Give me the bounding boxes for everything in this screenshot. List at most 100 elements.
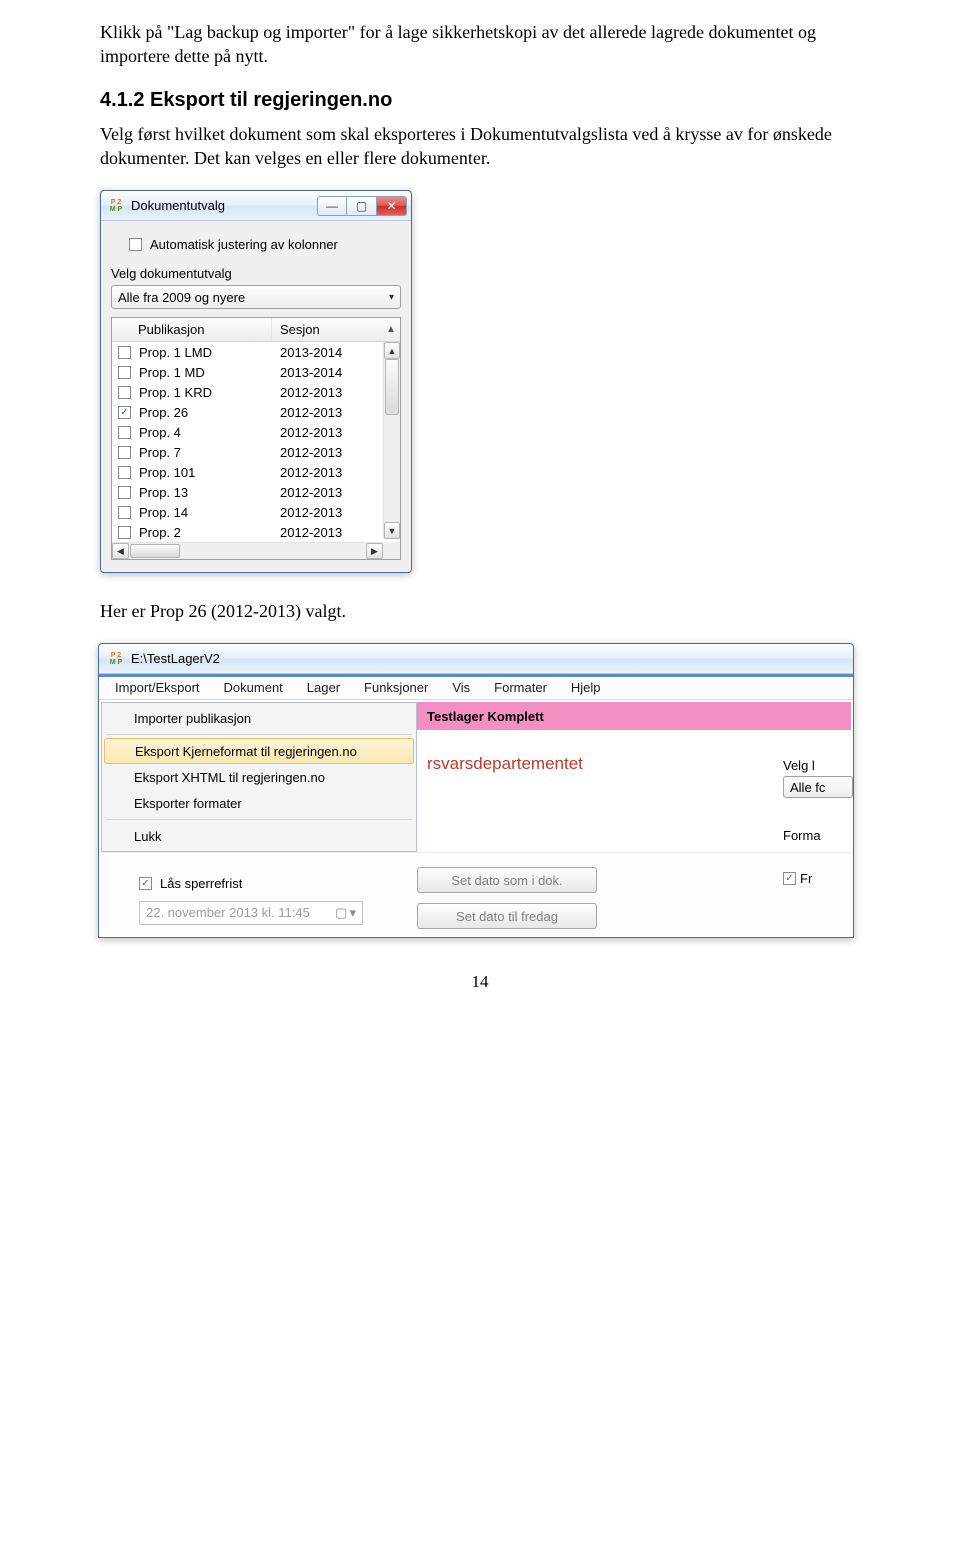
menu-import-eksport[interactable]: Import/Eksport [103,676,212,699]
table-row[interactable]: Prop. 4 2012-2013 [112,422,400,442]
row-checkbox[interactable] [118,526,131,539]
date-value: 22. november 2013 kl. 11:45 [146,905,310,920]
row-sesjon: 2012-2013 [272,465,400,480]
row-publikasjon: Prop. 4 [139,425,181,440]
table-row[interactable]: Prop. 13 2012-2013 [112,482,400,502]
side-forma: Forma [783,828,853,843]
chevron-down-icon: ▾ [389,292,394,303]
import-eksport-dropdown: Importer publikasjon Eksport Kjerneforma… [101,702,417,852]
banner: Testlager Komplett [417,702,851,730]
row-publikasjon: Prop. 26 [139,405,188,420]
row-sesjon: 2012-2013 [272,485,400,500]
menubar: Import/Eksport Dokument Lager Funksjoner… [99,674,853,700]
set-dato-som-i-dok-button[interactable]: Set dato som i dok. [417,867,597,893]
dd-lukk[interactable]: Lukk [104,823,414,849]
titlebar[interactable]: P 2M P Dokumentutvalg — ▢ ✕ [101,191,411,221]
row-checkbox[interactable] [118,346,131,359]
row-checkbox[interactable] [118,486,131,499]
row-publikasjon: Prop. 2 [139,525,181,540]
laas-sperrefrist-checkbox[interactable]: ✓ [139,877,152,890]
row-sesjon: 2012-2013 [272,445,400,460]
col-publikasjon[interactable]: Publikasjon [112,318,272,341]
horizontal-scrollbar[interactable]: ◀ ▶ [112,542,383,559]
separator [106,819,412,820]
row-sesjon: 2013-2014 [272,365,400,380]
dokumentutvalg-combo[interactable]: Alle fra 2009 og nyere ▾ [111,285,401,309]
dd-eksporter-formater[interactable]: Eksporter formater [104,790,414,816]
laas-sperrefrist-label: Lås sperrefrist [160,876,242,891]
app-titlebar[interactable]: P 2M P E:\TestLagerV2 [99,644,853,674]
menu-formater[interactable]: Formater [482,676,559,699]
row-publikasjon: Prop. 1 LMD [139,345,212,360]
fr-label: Fr [800,871,812,886]
row-sesjon: 2012-2013 [272,525,400,540]
row-checkbox[interactable]: ✓ [118,406,131,419]
minimize-button[interactable]: — [317,196,347,216]
window-title: Dokumentutvalg [131,198,317,213]
row-checkbox[interactable] [118,426,131,439]
table-row[interactable]: Prop. 1 KRD 2012-2013 [112,382,400,402]
vertical-scrollbar[interactable]: ▲ ▼ [383,342,400,539]
table-row[interactable]: Prop. 142012-2013 [112,502,400,522]
set-dato-til-fredag-button[interactable]: Set dato til fredag [417,903,597,929]
hscroll-thumb[interactable] [130,544,180,558]
velg-dokumentutvalg-label: Velg dokumentutvalg [111,266,401,281]
menu-dokument[interactable]: Dokument [212,676,295,699]
autojustering-checkbox[interactable] [129,238,142,251]
scroll-corner [383,542,400,559]
scroll-right-icon[interactable]: ▶ [366,543,383,559]
date-toggle[interactable]: ▢ [335,905,347,921]
row-sesjon: 2012-2013 [272,425,400,440]
maximize-button[interactable]: ▢ [347,196,377,216]
row-sesjon: 2013-2014 [272,345,400,360]
row-publikasjon: Prop. 101 [139,465,195,480]
section-heading: 4.1.2 Eksport til regjeringen.no [100,89,860,112]
autojustering-label: Automatisk justering av kolonner [150,237,338,252]
row-checkbox[interactable] [118,366,131,379]
dd-eksport-xhtml[interactable]: Eksport XHTML til regjeringen.no [104,764,414,790]
table-row[interactable]: Prop. 1 MD2013-2014 [112,362,400,382]
row-checkbox[interactable] [118,446,131,459]
main-app-window: P 2M P E:\TestLagerV2 Import/Eksport Dok… [98,643,854,938]
separator [106,734,412,735]
fr-checkbox[interactable]: ✓ [783,872,796,885]
row-sesjon: 2012-2013 [272,385,400,400]
combo-value: Alle fra 2009 og nyere [118,290,245,305]
menu-hjelp[interactable]: Hjelp [559,676,613,699]
row-checkbox[interactable] [118,506,131,519]
close-button[interactable]: ✕ [377,196,407,216]
row-publikasjon: Prop. 13 [139,485,188,500]
intro-paragraph: Klikk på "Lag backup og importer" for å … [100,20,860,69]
row-checkbox[interactable] [118,386,131,399]
dd-eksport-kjerneformat[interactable]: Eksport Kjerneformat til regjeringen.no [104,738,414,764]
paragraph-2: Velg først hvilket dokument som skal eks… [100,122,860,171]
table-row[interactable]: Prop. 2 2012-2013 [112,522,400,542]
scroll-thumb[interactable] [385,359,399,415]
table-row[interactable]: ✓Prop. 262012-2013 [112,402,400,422]
dd-importer-publikasjon[interactable]: Importer publikasjon [104,705,414,731]
content-pane: Testlager Komplett rsvarsdepartementet V… [417,700,853,852]
menu-vis[interactable]: Vis [440,676,482,699]
scroll-up-icon[interactable]: ▲ [384,342,400,359]
scroll-down-icon[interactable]: ▼ [384,522,400,539]
col-sesjon[interactable]: Sesjon [272,318,382,341]
row-publikasjon: Prop. 7 [139,445,181,460]
table-row[interactable]: Prop. 7 2012-2013 [112,442,400,462]
app-icon: P 2M P [107,650,125,668]
sort-asc-icon[interactable]: ▲ [382,318,400,341]
side-velg: Velg l [783,758,853,773]
dokumentutvalg-window: P 2M P Dokumentutvalg — ▢ ✕ Automatisk j… [100,190,412,573]
chevron-down-icon[interactable]: ▾ [349,905,356,921]
scroll-left-icon[interactable]: ◀ [112,543,129,559]
row-publikasjon: Prop. 14 [139,505,188,520]
menu-lager[interactable]: Lager [295,676,352,699]
mid-paragraph: Her er Prop 26 (2012-2013) valgt. [100,599,860,623]
menu-funksjoner[interactable]: Funksjoner [352,676,440,699]
date-picker[interactable]: 22. november 2013 kl. 11:45 ▢▾ [139,901,363,925]
table-row[interactable]: Prop. 1 LMD 2013-2014 [112,342,400,362]
dokument-list: Publikasjon Sesjon ▲ Prop. 1 LMD 2013-201… [111,317,401,560]
side-alle-combo[interactable]: Alle fc [783,776,853,798]
row-checkbox[interactable] [118,466,131,479]
table-row[interactable]: Prop. 101 2012-2013 [112,462,400,482]
row-publikasjon: Prop. 1 KRD [139,385,212,400]
